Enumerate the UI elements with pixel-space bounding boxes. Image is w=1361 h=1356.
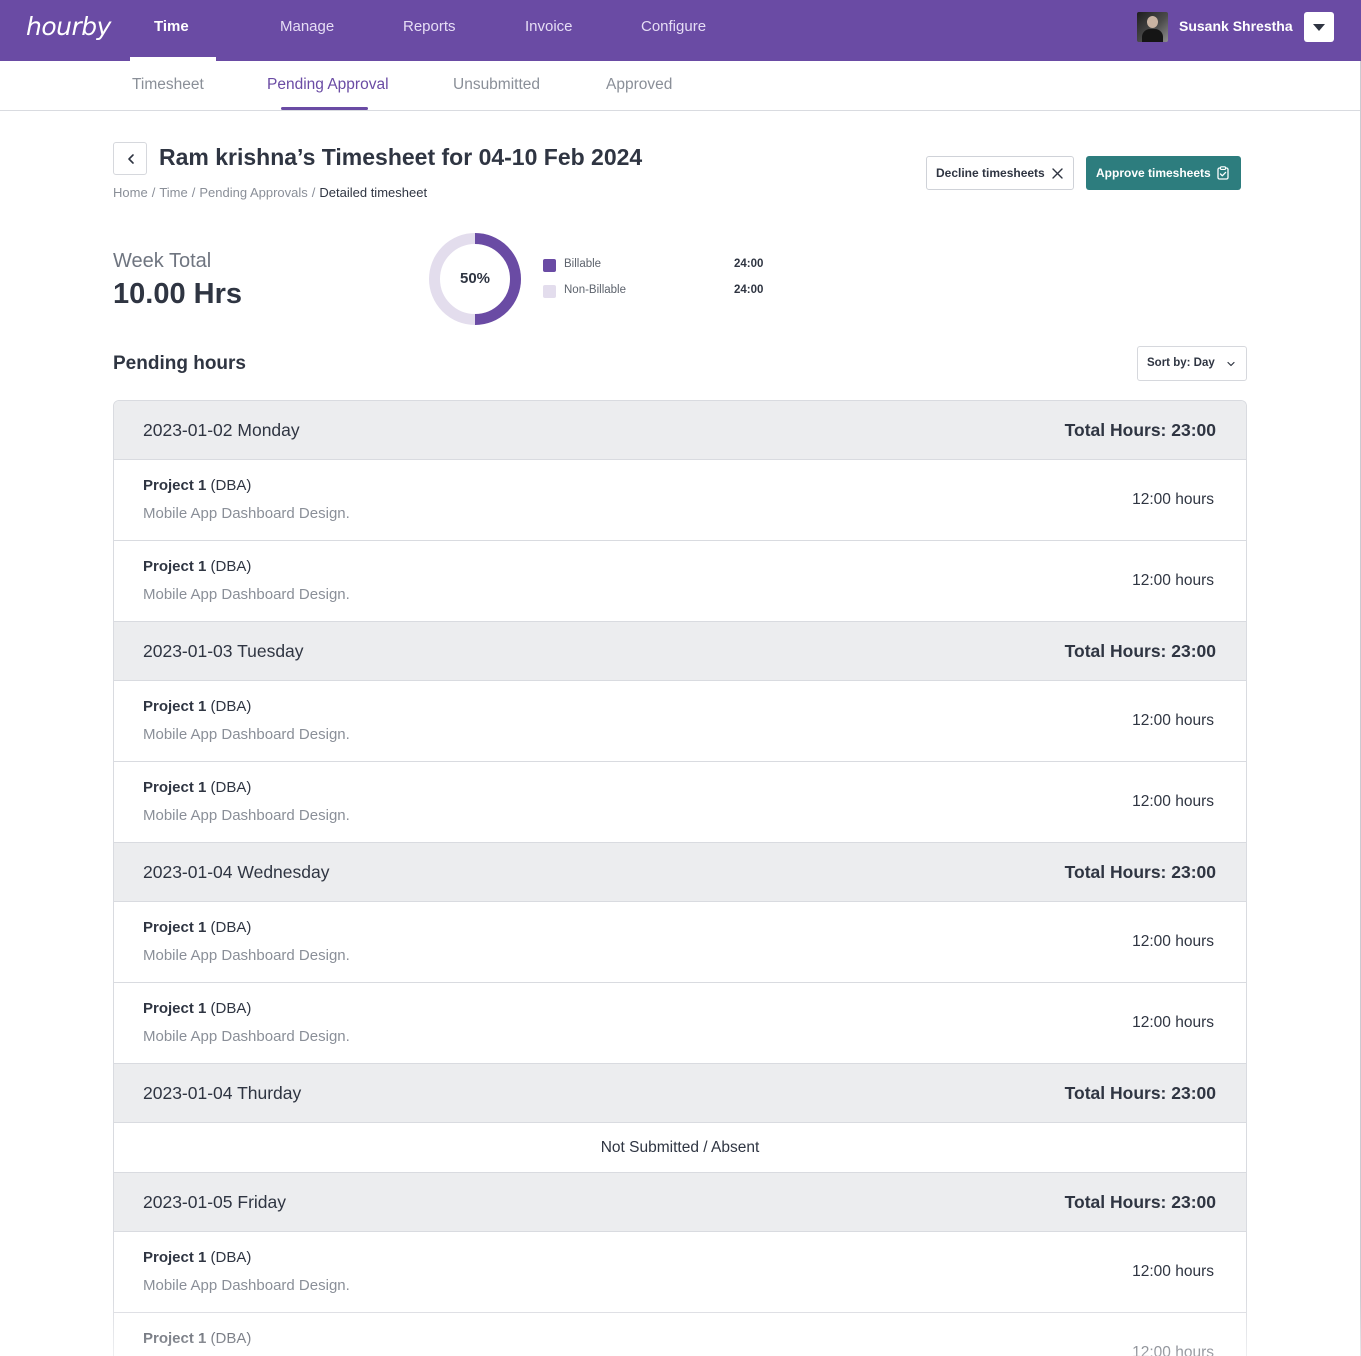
breadcrumb-time[interactable]: Time [159, 185, 187, 200]
pending-hours-title: Pending hours [113, 353, 246, 374]
entry-hours: 12:00 hours [1132, 491, 1214, 508]
entry-project: Project 1 (DBA) [143, 698, 252, 715]
week-total-label: Week Total [113, 250, 212, 272]
legend-value-billable: 24:00 [734, 258, 764, 270]
entry-hours: 12:00 hours [1132, 712, 1214, 729]
day-total-hours: Total Hours: 23:00 [1064, 862, 1216, 882]
user-name[interactable]: Susank Shrestha [1179, 18, 1293, 34]
day-title: 2023-01-04 Thurday [143, 1083, 302, 1103]
breadcrumb-home[interactable]: Home [113, 185, 148, 200]
time-entry-row[interactable]: Project 1 (DBA) 12:00 hours [114, 1313, 1246, 1356]
time-entry-row[interactable]: Project 1 (DBA) Mobile App Dashboard Des… [114, 762, 1246, 843]
absent-notice: Not Submitted / Absent [114, 1123, 1246, 1173]
nav-item-manage[interactable]: Manage [280, 0, 334, 61]
entry-project: Project 1 (DBA) [143, 919, 252, 936]
time-entry-row[interactable]: Project 1 (DBA) Mobile App Dashboard Des… [114, 1232, 1246, 1313]
caret-down-icon [1313, 24, 1325, 31]
day-total-hours: Total Hours: 23:00 [1064, 1192, 1216, 1212]
legend-value-non-billable: 24:00 [734, 284, 764, 296]
day-header: 2023-01-03 Tuesday Total Hours: 23:00 [114, 622, 1246, 681]
entry-project: Project 1 (DBA) [143, 558, 252, 575]
donut-percentage: 50% [459, 270, 491, 287]
time-entry-row[interactable]: Project 1 (DBA) Mobile App Dashboard Des… [114, 902, 1246, 983]
approve-timesheets-button[interactable]: Approve timesheets [1086, 156, 1241, 190]
page-title: Ram krishna’s Timesheet for 04-10 Feb 20… [159, 144, 643, 170]
entry-project: Project 1 (DBA) [143, 1330, 252, 1347]
back-button[interactable] [113, 142, 147, 175]
day-title: 2023-01-03 Tuesday [143, 641, 304, 661]
day-header: 2023-01-05 Friday Total Hours: 23:00 [114, 1173, 1246, 1232]
entry-project: Project 1 (DBA) [143, 1000, 252, 1017]
day-header: 2023-01-02 Monday Total Hours: 23:00 [114, 401, 1246, 460]
breadcrumb-pending-approvals[interactable]: Pending Approvals [199, 185, 307, 200]
week-total-value: 10.00 Hrs [113, 278, 242, 310]
clipboard-check-icon [1217, 166, 1229, 180]
time-entry-row[interactable]: Project 1 (DBA) Mobile App Dashboard Des… [114, 681, 1246, 762]
day-total-hours: Total Hours: 23:00 [1064, 420, 1216, 440]
time-entry-row[interactable]: Project 1 (DBA) Mobile App Dashboard Des… [114, 460, 1246, 541]
time-entry-row[interactable]: Project 1 (DBA) Mobile App Dashboard Des… [114, 983, 1246, 1064]
top-nav-bar: hourby Time Manage Reports Invoice Confi… [0, 0, 1361, 61]
entry-project: Project 1 (DBA) [143, 779, 252, 796]
legend-swatch-non-billable [543, 285, 556, 298]
entry-description: Mobile App Dashboard Design. [143, 505, 350, 522]
entry-hours: 12:00 hours [1132, 1014, 1214, 1031]
approve-button-label: Approve timesheets [1096, 166, 1211, 180]
user-avatar[interactable] [1137, 12, 1168, 42]
decline-button-label: Decline timesheets [936, 166, 1045, 180]
day-header: 2023-01-04 Wednesday Total Hours: 23:00 [114, 843, 1246, 902]
legend-swatch-billable [543, 259, 556, 272]
day-header: 2023-01-04 Thurday Total Hours: 23:00 [114, 1064, 1246, 1123]
entry-hours: 12:00 hours [1132, 933, 1214, 950]
nav-item-configure[interactable]: Configure [641, 0, 706, 61]
close-icon [1052, 168, 1063, 179]
entry-hours: 12:00 hours [1132, 793, 1214, 810]
entry-description: Mobile App Dashboard Design. [143, 947, 350, 964]
entry-description: Mobile App Dashboard Design. [143, 1028, 350, 1045]
entry-description: Mobile App Dashboard Design. [143, 807, 350, 824]
chevron-left-icon [128, 154, 134, 164]
tab-approved[interactable]: Approved [606, 76, 672, 94]
sort-by-label: Sort by: Day [1147, 357, 1215, 369]
nav-item-invoice[interactable]: Invoice [525, 0, 573, 61]
day-total-hours: Total Hours: 23:00 [1064, 1083, 1216, 1103]
entry-project: Project 1 (DBA) [143, 1249, 252, 1266]
chevron-down-icon [1227, 361, 1235, 367]
day-title: 2023-01-05 Friday [143, 1192, 286, 1212]
entry-project: Project 1 (DBA) [143, 477, 252, 494]
nav-item-reports[interactable]: Reports [403, 0, 456, 61]
sub-tabs: Timesheet Pending Approval Unsubmitted A… [0, 61, 1361, 111]
day-title: 2023-01-04 Wednesday [143, 862, 330, 882]
entry-description: Mobile App Dashboard Design. [143, 726, 350, 743]
pending-hours-list: 2023-01-02 Monday Total Hours: 23:00 Pro… [113, 400, 1247, 1356]
entry-hours: 12:00 hours [1132, 1344, 1214, 1356]
tab-pending-approval[interactable]: Pending Approval [267, 76, 389, 94]
tab-timesheet[interactable]: Timesheet [132, 76, 204, 94]
legend-label-non-billable: Non-Billable [564, 284, 627, 296]
entry-hours: 12:00 hours [1132, 572, 1214, 589]
time-entry-row[interactable]: Project 1 (DBA) Mobile App Dashboard Des… [114, 541, 1246, 622]
tab-unsubmitted[interactable]: Unsubmitted [453, 76, 540, 94]
entry-description: Mobile App Dashboard Design. [143, 1277, 350, 1294]
breadcrumb: Home / Time / Pending Approvals / Detailed tim… [113, 185, 428, 200]
hourby-logo[interactable]: hourby [26, 12, 111, 41]
nav-item-time[interactable]: Time [154, 0, 189, 61]
tab-active-indicator [281, 107, 368, 110]
sort-by-dropdown[interactable]: Sort by: Day [1137, 346, 1247, 381]
legend-label-billable: Billable [564, 258, 602, 270]
entry-hours: 12:00 hours [1132, 1263, 1214, 1280]
user-menu-dropdown-button[interactable] [1304, 12, 1334, 42]
entry-description: Mobile App Dashboard Design. [143, 586, 350, 603]
day-total-hours: Total Hours: 23:00 [1064, 641, 1216, 661]
breadcrumb-current: Detailed timesheet [319, 185, 428, 200]
day-title: 2023-01-02 Monday [143, 420, 300, 440]
decline-timesheets-button[interactable]: Decline timesheets [926, 156, 1074, 190]
